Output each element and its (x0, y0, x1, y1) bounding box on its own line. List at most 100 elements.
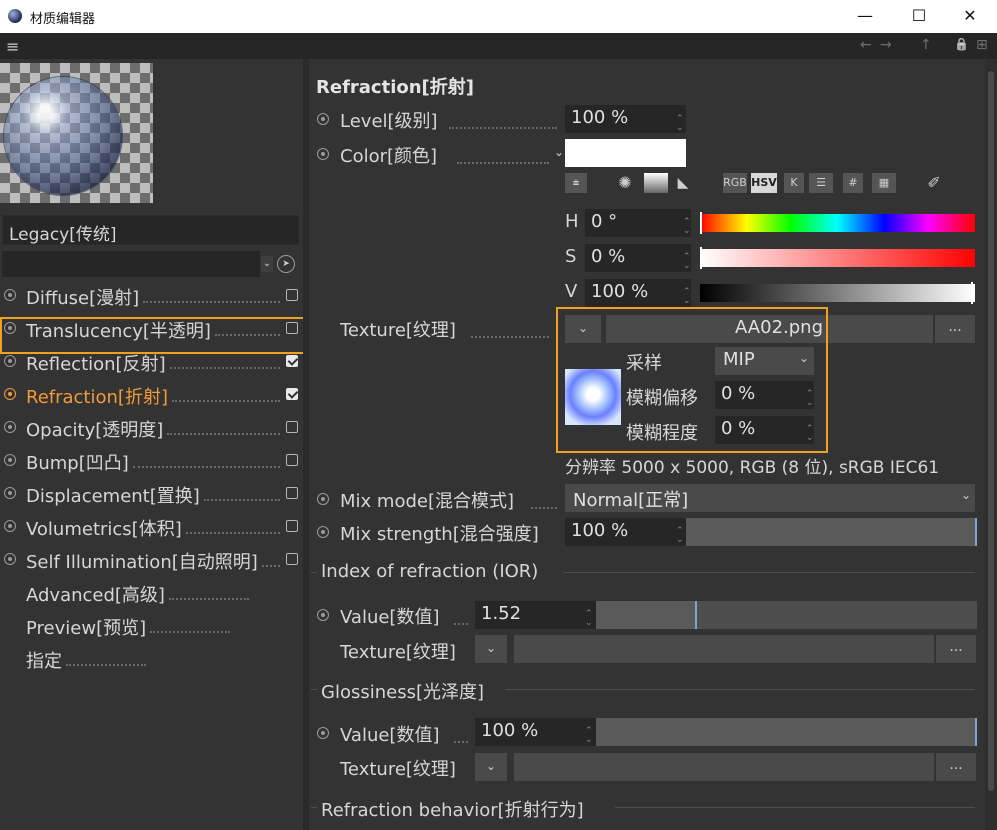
saturation-slider[interactable] (700, 247, 975, 269)
level-input[interactable]: 100 % (565, 105, 686, 133)
lock-icon[interactable]: 🔒 (954, 37, 969, 51)
navigate-icon[interactable]: ➤ (277, 255, 295, 273)
channel-radio-icon[interactable] (4, 454, 16, 466)
texture-browse-button[interactable]: ... (935, 315, 975, 343)
mix-mode-chevron-icon[interactable]: ⌄ (961, 488, 971, 502)
channel-radio-icon[interactable] (4, 289, 16, 301)
level-spinner-icon[interactable]: ⌃ ⌄ (676, 115, 684, 133)
channel-radio-icon[interactable] (4, 355, 16, 367)
properties-scrollbar[interactable] (985, 59, 997, 830)
channel-item[interactable]: Advanced[高级] (0, 577, 303, 609)
mix-strength-input[interactable]: 100 % (565, 518, 686, 546)
hex-mode-icon[interactable]: # (843, 173, 863, 193)
color-collapse-icon[interactable]: ⩧ (565, 173, 587, 193)
saturation-spinner-icon[interactable]: ⌃ ⌄ (683, 253, 691, 271)
ior-texture-field[interactable] (514, 635, 934, 663)
ior-texture-chevron-icon[interactable]: ⌄ (475, 635, 507, 663)
channel-checkbox[interactable] (286, 454, 298, 466)
hue-spinner-icon[interactable]: ⌃ ⌄ (683, 218, 691, 236)
preset-field[interactable]: Legacy[传统] (2, 215, 299, 245)
channel-checkbox[interactable] (286, 421, 298, 433)
hue-slider-handle[interactable] (700, 212, 702, 234)
scrollbar-thumb[interactable] (988, 71, 994, 791)
channel-checkbox[interactable] (286, 553, 298, 565)
mix-strength-spinner-icon[interactable]: ⌃ ⌄ (676, 527, 684, 545)
saturation-slider-handle[interactable] (700, 247, 702, 269)
mix-mode-dropdown[interactable]: Normal[正常] (565, 484, 975, 512)
new-window-icon[interactable]: ⊞ (976, 37, 988, 53)
channel-item[interactable]: Self Illumination[自动照明] (0, 544, 303, 576)
gloss-animate-radio[interactable] (317, 727, 329, 739)
channel-item[interactable]: Refraction[折射] (0, 379, 303, 411)
channel-radio-icon[interactable] (4, 421, 16, 433)
swatches-mode-icon[interactable]: ▦ (872, 173, 896, 193)
up-arrow-icon[interactable]: ↑ (920, 37, 932, 53)
channel-item[interactable]: Volumetrics[体积] (0, 511, 303, 543)
kelvin-mode-icon[interactable]: K (784, 173, 804, 193)
level-animate-radio[interactable] (317, 113, 329, 125)
ior-value-input[interactable]: 1.52 (475, 601, 596, 629)
minimize-button[interactable]: — (845, 4, 885, 28)
slider-handle[interactable] (695, 601, 697, 629)
hue-slider[interactable] (700, 212, 975, 234)
ior-texture-browse-button[interactable]: ... (936, 635, 976, 663)
color-swatch[interactable] (565, 139, 686, 167)
menu-icon[interactable]: ≡ (6, 37, 19, 56)
channel-item[interactable]: Bump[凹凸] (0, 445, 303, 477)
mixer-mode-icon[interactable]: ☰ (809, 173, 833, 193)
maximize-button[interactable]: ☐ (899, 4, 939, 28)
channel-radio-icon[interactable] (4, 553, 16, 565)
hsv-mode-icon[interactable]: HSV (751, 173, 777, 193)
eyedropper-icon[interactable]: ✐ (923, 173, 945, 193)
channel-radio-icon[interactable] (4, 388, 16, 400)
value-spinner-icon[interactable]: ⌃ ⌄ (683, 288, 691, 306)
channel-label: Displacement[置换] (26, 486, 200, 507)
channel-item[interactable]: Opacity[透明度] (0, 412, 303, 444)
gloss-slider[interactable] (596, 718, 977, 746)
channel-label: Bump[凹凸] (26, 453, 129, 474)
mix-strength-slider[interactable] (686, 518, 977, 546)
slider-handle[interactable] (975, 518, 977, 546)
hue-input[interactable]: 0 ° (585, 209, 691, 237)
channel-radio-icon[interactable] (4, 487, 16, 499)
color-expand-chevron-icon[interactable]: ⌄ (554, 145, 564, 159)
search-input[interactable] (2, 251, 260, 277)
ior-animate-radio[interactable] (317, 609, 329, 621)
gloss-texture-field[interactable] (514, 753, 934, 781)
image-picker-icon[interactable]: ◣ (671, 173, 695, 193)
gloss-texture-chevron-icon[interactable]: ⌄ (475, 753, 507, 781)
dots (203, 499, 280, 501)
saturation-input[interactable]: 0 % (585, 244, 691, 272)
slider-fill (596, 718, 975, 746)
channel-checkbox[interactable] (286, 520, 298, 532)
gloss-spinner-icon[interactable]: ⌃ ⌄ (585, 727, 593, 745)
channel-item[interactable]: 指定 (0, 643, 303, 675)
channel-item[interactable]: Diffuse[漫射] (0, 280, 303, 312)
back-arrow-icon[interactable]: ← (860, 37, 872, 53)
slider-handle[interactable] (975, 718, 977, 746)
close-button[interactable]: ✕ (950, 4, 990, 28)
rgb-mode-icon[interactable]: RGB (723, 173, 747, 193)
channel-checkbox[interactable] (286, 289, 298, 301)
channel-checkbox[interactable] (286, 355, 298, 367)
color-wheel-icon[interactable]: ✺ (614, 173, 636, 193)
forward-arrow-icon[interactable]: → (880, 37, 892, 53)
ior-spinner-icon[interactable]: ⌃ ⌄ (585, 610, 593, 628)
channel-checkbox[interactable] (286, 487, 298, 499)
mix-strength-animate-radio[interactable] (317, 526, 329, 538)
gloss-value-input[interactable]: 100 % (475, 718, 596, 746)
mix-mode-animate-radio[interactable] (317, 493, 329, 505)
material-preview[interactable] (0, 63, 153, 203)
value-slider[interactable] (700, 282, 975, 304)
gloss-texture-browse-button[interactable]: ... (936, 753, 976, 781)
ior-slider[interactable] (596, 601, 977, 629)
channel-radio-icon[interactable] (4, 520, 16, 532)
color-animate-radio[interactable] (317, 148, 329, 160)
channel-checkbox[interactable] (286, 388, 298, 400)
channel-item[interactable]: Displacement[置换] (0, 478, 303, 510)
channel-item[interactable]: Preview[预览] (0, 610, 303, 642)
search-dropdown-chevron-icon[interactable]: ⌄ (261, 256, 273, 272)
value-input[interactable]: 100 % (585, 279, 691, 307)
value-slider-handle[interactable] (971, 282, 973, 304)
spectrum-icon[interactable] (644, 173, 668, 193)
